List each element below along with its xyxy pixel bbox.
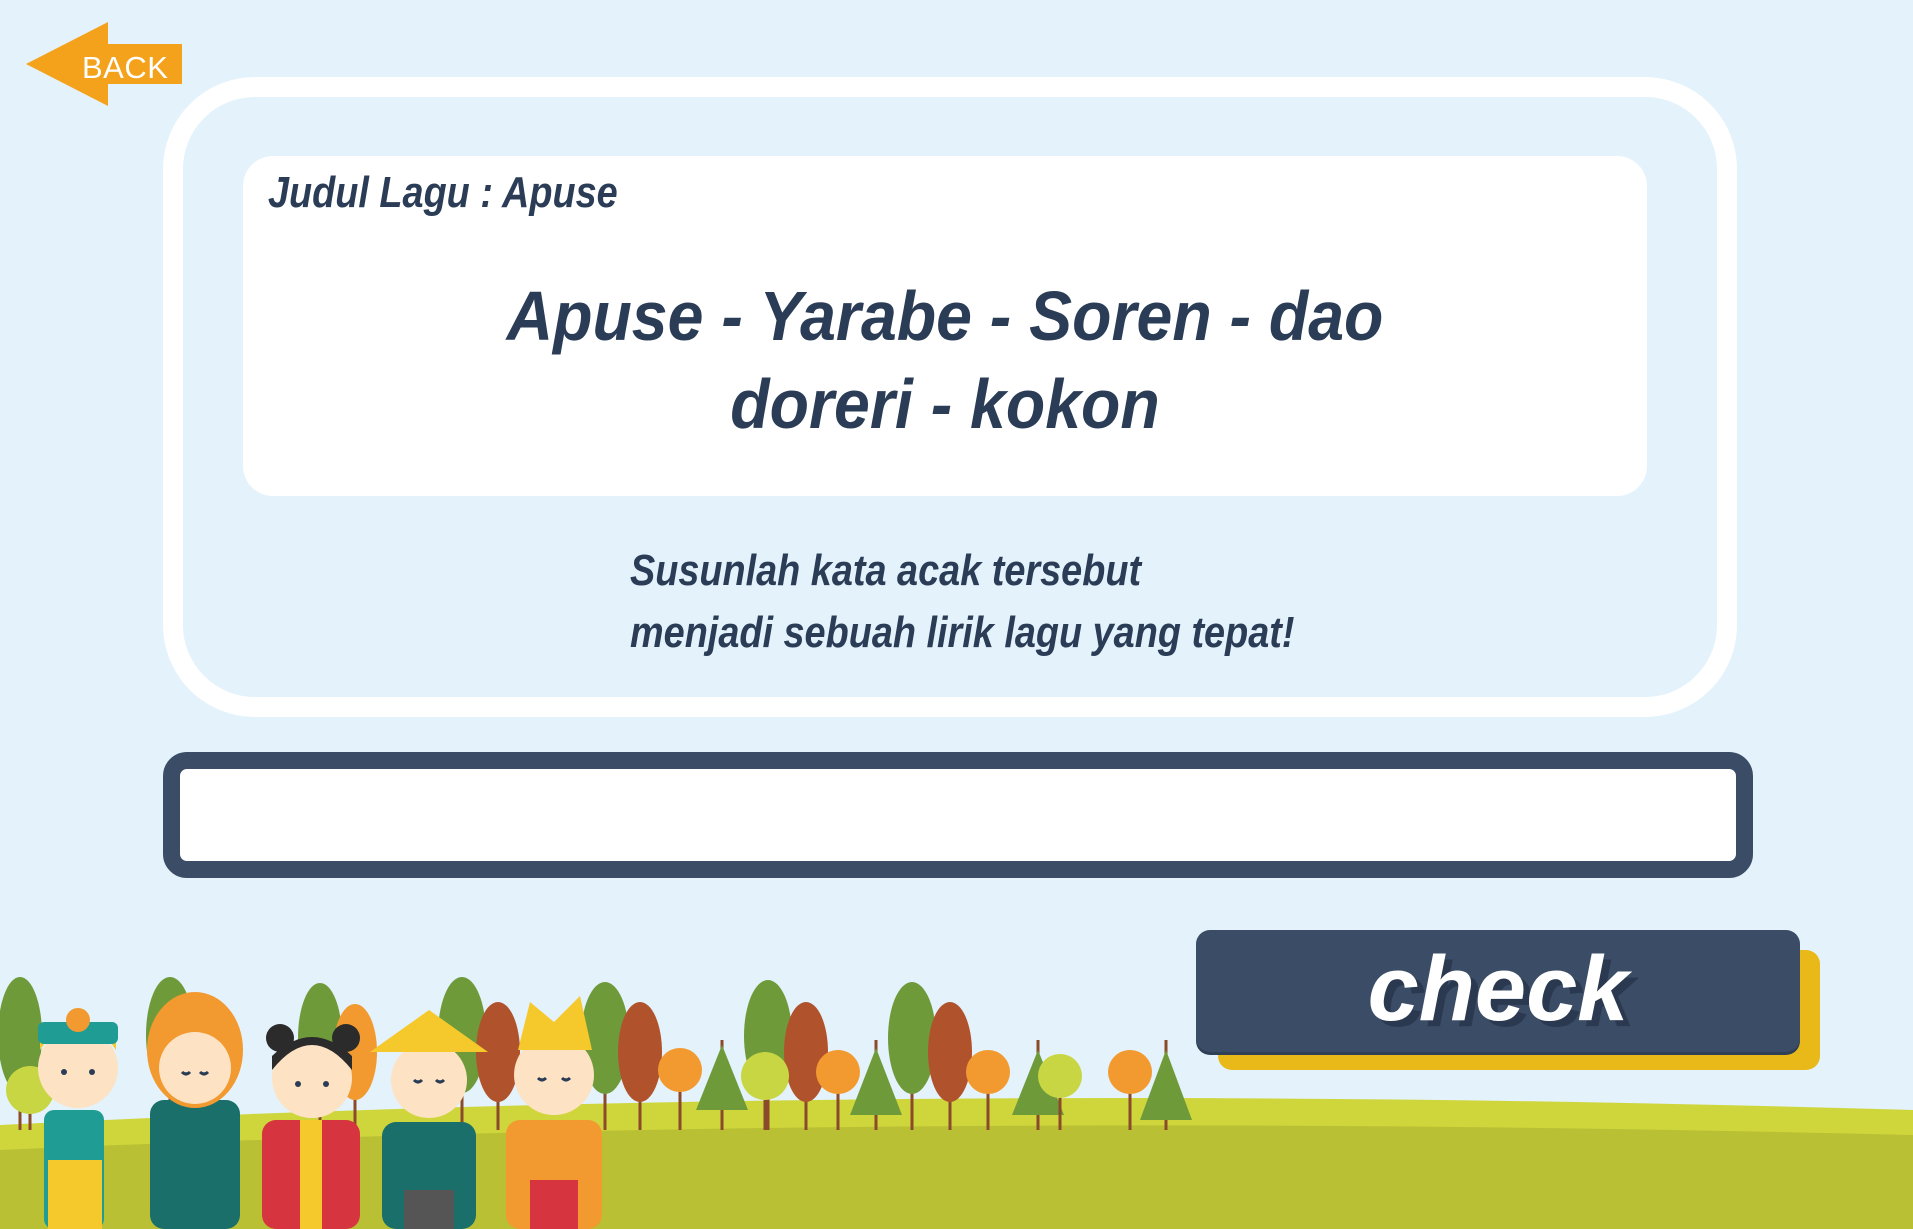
song-title: Judul Lagu : Apuse	[268, 168, 618, 217]
back-label: BACK	[82, 50, 169, 85]
landscape-illustration	[0, 977, 1913, 1229]
back-button[interactable]: BACK	[26, 22, 186, 106]
tree-icon	[1140, 1040, 1192, 1130]
instruction-text: Susunlah kata acak tersebut menjadi sebu…	[630, 540, 1294, 664]
scrambled-line-2: doreri - kokon	[730, 365, 1160, 443]
character-3	[262, 1024, 360, 1229]
instruction-line-2: menjadi sebuah lirik lagu yang tepat!	[630, 608, 1295, 657]
answer-field-frame	[163, 752, 1753, 878]
answer-input[interactable]	[180, 769, 1736, 861]
scrambled-words: Apuse - Yarabe - Soren - dao doreri - ko…	[243, 272, 1647, 448]
instruction-line-1: Susunlah kata acak tersebut	[630, 546, 1142, 595]
character-2	[147, 992, 243, 1229]
scrambled-line-1: Apuse - Yarabe - Soren - dao	[506, 277, 1384, 355]
